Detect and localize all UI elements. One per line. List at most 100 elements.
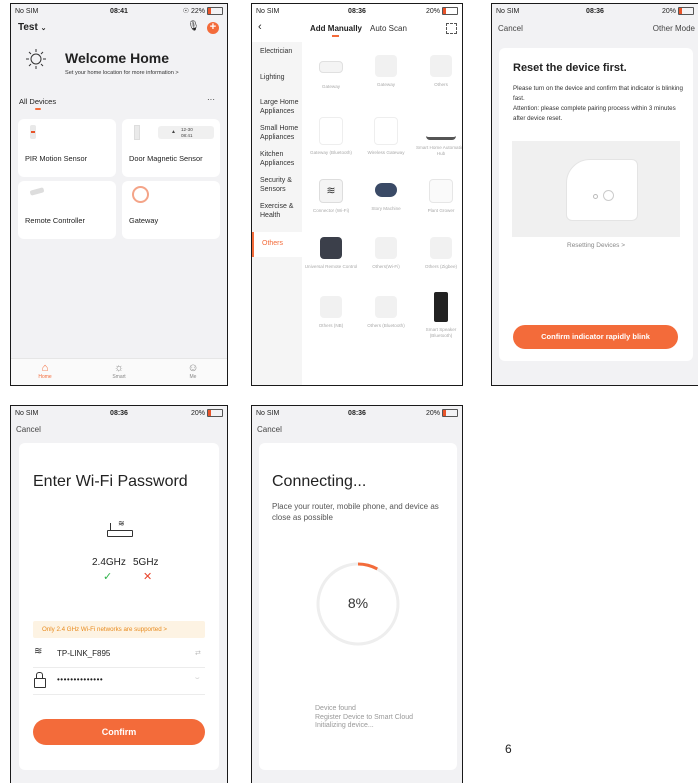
device-item[interactable]: Others(Wi-Fi) <box>359 237 413 270</box>
reset-attention: Attention: please complete pairing proce… <box>513 105 676 122</box>
band-5ghz: 5GHz <box>133 557 159 568</box>
category-list: Electrician Lighting Large Home Applianc… <box>252 42 302 385</box>
category-large-appliances[interactable]: Large Home Appliances <box>252 95 302 120</box>
tab-home[interactable]: ⌂ Home <box>25 362 65 380</box>
bluetooth-gateway-icon <box>319 117 343 145</box>
other-mode-button[interactable]: Other Mode <box>653 24 695 33</box>
indicator-light-icon <box>593 194 598 199</box>
home-selector[interactable]: Test ⌄ <box>18 22 46 33</box>
gateway-icon <box>132 186 149 203</box>
microphone-icon[interactable]: 🎙 <box>187 21 200 32</box>
device-card-remote[interactable]: Remote Controller <box>18 181 116 239</box>
device-item[interactable]: Others (Bluetooth) <box>359 296 413 329</box>
category-electrician[interactable]: Electrician <box>252 44 302 61</box>
others-icon <box>430 55 452 77</box>
device-illustration <box>512 141 680 237</box>
resetting-devices-link[interactable]: Resetting Devices > <box>499 242 693 249</box>
device-item[interactable]: Story Machine <box>359 179 413 212</box>
password-field[interactable]: •••••••••••••• <box>57 675 103 684</box>
section-underline <box>35 108 41 110</box>
cancel-button[interactable]: Cancel <box>16 425 41 434</box>
device-item[interactable]: Gateway <box>304 55 358 90</box>
ssid-field[interactable]: TP-LINK_F895 <box>57 649 110 658</box>
step-list: Device found Register Device to Smart Cl… <box>315 705 413 731</box>
device-item[interactable]: Wireless Gateway <box>359 117 413 156</box>
device-item[interactable]: Gateway <box>359 55 413 88</box>
device-item[interactable]: Smart Home Automation Hub <box>414 117 462 156</box>
more-menu-button[interactable]: ··· <box>207 95 215 104</box>
wifi-icon: ≋ <box>118 519 125 528</box>
reset-device-screen: No SIM 08:36 20% Cancel Other Mode Reset… <box>491 3 698 386</box>
category-lighting[interactable]: Lighting <box>252 70 302 87</box>
step-item: Device found <box>315 705 356 712</box>
cancel-button[interactable]: Cancel <box>498 24 523 33</box>
welcome-title: Welcome Home <box>65 50 169 66</box>
progress-percent: 8% <box>347 595 369 611</box>
tab-auto-scan[interactable]: Auto Scan <box>370 24 407 33</box>
device-name: Gateway <box>129 216 159 225</box>
gateway-icon <box>319 61 343 73</box>
router-icon <box>426 117 456 140</box>
reset-title: Reset the device first. <box>513 62 627 74</box>
connecting-screen: No SIM 08:36 20% Cancel Connecting... Pl… <box>251 405 463 783</box>
device-item[interactable]: Others (NB) <box>304 296 358 329</box>
tab-smart[interactable]: ☼ Smart <box>99 362 139 380</box>
cancel-button[interactable]: Cancel <box>257 425 282 434</box>
status-bar: No SIM 08:36 20% <box>11 406 227 420</box>
band-notice[interactable]: Only 2.4 GHz Wi-Fi networks are supporte… <box>33 621 205 638</box>
tab-underline <box>332 35 339 37</box>
confirm-blink-button[interactable]: Confirm indicator rapidly blink <box>513 325 678 349</box>
category-small-appliances[interactable]: Small Home Appliances <box>252 121 302 146</box>
device-name: Door Magnetic Sensor <box>129 154 203 163</box>
bottom-tab-bar: ⌂ Home ☼ Smart ☺ Me <box>11 358 227 385</box>
others-icon <box>320 296 342 318</box>
page-number: 6 <box>505 742 512 756</box>
timestamp-badge: ▲ 12-30 08:41 <box>158 126 214 139</box>
device-item[interactable]: Others <box>414 55 462 88</box>
show-password-icon[interactable]: ⌣ <box>195 675 200 683</box>
confirm-button[interactable]: Confirm <box>33 719 205 745</box>
scan-icon[interactable] <box>446 23 457 34</box>
plant-grower-icon <box>429 179 453 203</box>
device-card-door[interactable]: ▲ 12-30 08:41 Door Magnetic Sensor <box>122 119 220 177</box>
power-button-icon <box>603 190 614 201</box>
device-item[interactable]: Plant Grower <box>414 179 462 214</box>
carrier: No SIM <box>15 7 39 15</box>
category-security[interactable]: Security & Sensors <box>252 173 302 198</box>
smart-speaker-icon <box>434 292 448 322</box>
home-screen: No SIM 08:41 ☉ 22% Test ⌄ 🎙 + Welcome Ho… <box>10 3 228 386</box>
status-bar: No SIM 08:36 20% <box>252 406 462 420</box>
divider <box>33 694 205 695</box>
device-card-gateway[interactable]: Gateway <box>122 181 220 239</box>
back-icon[interactable]: ‹ <box>258 21 262 33</box>
remote-icon <box>29 187 45 196</box>
switch-network-icon[interactable]: ⇄ <box>195 649 201 657</box>
door-sensor-icon <box>134 125 140 140</box>
band-24ghz: 2.4GHz <box>92 557 126 568</box>
category-kitchen[interactable]: Kitchen Appliances <box>252 147 302 172</box>
device-item[interactable]: ≋ Connector (Wi-Fi) <box>304 179 358 214</box>
others-icon <box>375 237 397 259</box>
wifi-title: Enter Wi-Fi Password <box>33 473 188 490</box>
status-bar: No SIM 08:36 20% <box>252 4 462 18</box>
clock: 08:41 <box>110 7 128 15</box>
tab-me[interactable]: ☺ Me <box>173 362 213 380</box>
user-icon: ☺ <box>187 362 199 374</box>
device-name: PIR Motion Sensor <box>25 154 88 163</box>
router-icon: ≋ <box>107 519 133 537</box>
category-others[interactable]: Others <box>252 232 302 257</box>
wifi-connector-icon: ≋ <box>319 179 343 203</box>
device-item[interactable]: Universal Remote Control <box>304 237 358 270</box>
set-location-link[interactable]: Set your home location for more informat… <box>65 70 179 76</box>
tab-add-manually[interactable]: Add Manually <box>310 24 362 33</box>
pir-sensor-icon <box>30 125 36 139</box>
device-name: Remote Controller <box>25 216 85 225</box>
device-item[interactable]: Others (Zigbee) <box>414 237 462 270</box>
divider <box>33 667 205 668</box>
add-device-button[interactable]: + <box>207 22 219 34</box>
category-exercise[interactable]: Exercise & Health <box>252 199 302 224</box>
others-icon <box>430 237 452 259</box>
device-item[interactable]: Smart Speaker (Bluetooth) <box>414 292 462 338</box>
device-card-pir[interactable]: PIR Motion Sensor <box>18 119 116 177</box>
device-item[interactable]: Gateway (Bluetooth) <box>304 117 358 156</box>
